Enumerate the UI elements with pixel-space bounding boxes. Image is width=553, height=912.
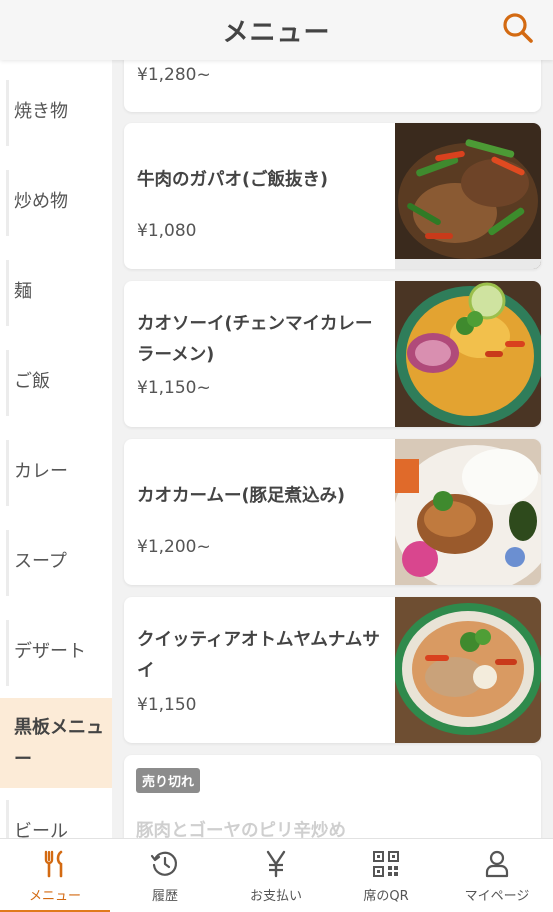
category-divider <box>6 440 9 506</box>
page-title: メニュー <box>222 18 331 48</box>
category-sidebar: 焼き物 炒め物 麺 ご飯 カレー スープ デザート 黒板メニュー ビール <box>0 60 112 838</box>
search-button[interactable] <box>500 10 536 46</box>
menu-item-photo <box>395 597 541 743</box>
nav-label: マイページ <box>464 889 530 904</box>
sidebar-item-label: デザート <box>14 641 86 662</box>
sidebar-item-gohan[interactable]: ご飯 <box>0 338 112 428</box>
menu-item-price: ¥1,080 <box>137 221 197 241</box>
menu-item-price: ¥1,280~ <box>137 65 211 85</box>
nav-menu[interactable]: メニュー <box>0 839 110 912</box>
category-divider <box>6 800 9 838</box>
category-divider <box>6 80 9 146</box>
sidebar-item-men[interactable]: 麺 <box>0 248 112 338</box>
fork-knife-icon <box>44 850 63 878</box>
soldout-badge: 売り切れ <box>136 768 201 793</box>
menu-item-price: ¥1,200~ <box>137 537 211 557</box>
menu-item-price: ¥1,150 <box>137 695 197 715</box>
sidebar-item-soup[interactable]: スープ <box>0 518 112 608</box>
qr-code-icon <box>373 851 399 877</box>
sidebar-item-label: スープ <box>14 551 67 572</box>
sidebar-item-itamemono[interactable]: 炒め物 <box>0 158 112 248</box>
sidebar-item-label: ご飯 <box>14 371 50 392</box>
menu-item-card[interactable]: ¥1,280~ <box>124 60 541 112</box>
menu-item-name: 牛肉のガパオ(ご飯抜き) <box>137 170 328 190</box>
person-icon <box>485 850 509 878</box>
menu-item-name: クイッティアオトムヤムナムサイ <box>137 630 380 681</box>
sidebar-item-label: 炒め物 <box>14 191 68 212</box>
bottom-nav: メニュー 履歴 お支払い 席のQR マイページ <box>0 838 553 912</box>
category-divider <box>6 350 9 416</box>
sidebar-item-beer[interactable]: ビール <box>0 788 112 838</box>
category-divider <box>6 170 9 236</box>
menu-item-card-soldout: 売り切れ 豚肉とゴーヤのピリ辛炒め <box>124 755 541 838</box>
menu-item-card[interactable]: 牛肉のガパオ(ご飯抜き) ¥1,080 <box>124 123 541 269</box>
category-divider <box>6 530 9 596</box>
yen-icon <box>266 850 286 878</box>
nav-payment[interactable]: お支払い <box>221 839 331 912</box>
menu-item-price: ¥1,150~ <box>137 378 211 398</box>
menu-list: ¥1,280~ 牛肉のガパオ(ご飯抜き) ¥1,080 カオソーイ(チェンマイカ… <box>112 60 553 838</box>
menu-item-card[interactable]: カオカームー(豚足煮込み) ¥1,200~ <box>124 439 541 585</box>
menu-item-name: カオソーイ(チェンマイカレーラーメン) <box>137 314 373 365</box>
app-header: メニュー <box>0 0 553 60</box>
sidebar-item-label: 黒板メニュー <box>14 717 104 770</box>
menu-item-card[interactable]: クイッティアオトムヤムナムサイ ¥1,150 <box>124 597 541 743</box>
nav-label: 席のQR <box>363 889 409 904</box>
menu-item-photo <box>395 439 541 585</box>
menu-item-card[interactable]: カオソーイ(チェンマイカレーラーメン) ¥1,150~ <box>124 281 541 427</box>
menu-item-photo <box>395 123 541 269</box>
category-divider <box>6 620 9 686</box>
sidebar-item-label: カレー <box>14 461 68 482</box>
nav-label: 履歴 <box>151 889 178 904</box>
menu-item-photo <box>395 281 541 427</box>
nav-label: お支払い <box>249 889 302 904</box>
sidebar-item-label: 麺 <box>14 281 32 302</box>
menu-item-name: 豚肉とゴーヤのピリ辛炒め <box>136 821 346 838</box>
sidebar-item-dessert[interactable]: デザート <box>0 608 112 698</box>
nav-my-page[interactable]: マイページ <box>442 839 552 912</box>
sidebar-item-label: ビール <box>14 821 68 838</box>
sidebar-item-label: 焼き物 <box>14 101 68 122</box>
menu-item-name: カオカームー(豚足煮込み) <box>137 486 345 506</box>
sidebar-item-yakimono[interactable]: 焼き物 <box>0 68 112 158</box>
nav-history[interactable]: 履歴 <box>110 839 220 912</box>
history-icon <box>150 851 178 876</box>
category-divider <box>6 260 9 326</box>
nav-label: メニュー <box>28 889 81 904</box>
sidebar-item-curry[interactable]: カレー <box>0 428 112 518</box>
nav-seat-qr[interactable]: 席のQR <box>331 839 441 912</box>
sidebar-item-blackboard-menu[interactable]: 黒板メニュー <box>0 698 112 788</box>
search-icon <box>503 13 533 43</box>
